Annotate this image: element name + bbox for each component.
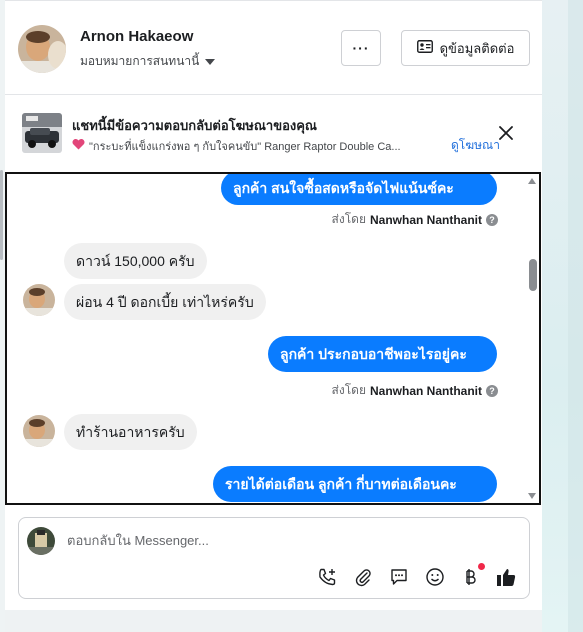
scrollbar-thumb[interactable] [529,259,537,291]
message-incoming: ดาวน์ 150,000 ครับ [64,243,207,279]
baht-payment-icon[interactable] [459,566,481,588]
caret-down-icon [205,58,216,65]
message-outgoing: รายได้ต่อเดือน ลูกค้า กี่บาทต่อเดือนคะ [213,466,497,502]
contact-avatar-small [23,415,55,447]
ad-thumbnail [22,113,62,153]
contact-avatar-small [23,284,55,316]
sent-by-label: ส่งโดย Nanwhan Nanthanit ? [332,381,498,400]
message-outgoing: ลูกค้า ประกอบอาชีพอะไรอยู่คะ [268,336,497,372]
close-banner-button[interactable] [497,124,515,142]
message-incoming: ผ่อน 4 ปี ดอกเบี้ย เท่าไหร่ครับ [64,284,266,320]
contact-avatar[interactable] [18,25,66,73]
scroll-up-arrow-icon[interactable] [528,178,536,184]
more-options-button[interactable]: ··· [341,30,381,66]
reply-input[interactable] [67,533,487,548]
attachment-icon[interactable] [352,566,374,588]
emoji-icon[interactable] [424,566,446,588]
message-incoming: ทำร้านอาหารครับ [64,414,197,450]
saved-replies-icon[interactable] [388,566,410,588]
ad-reply-notice: แชทนี้มีข้อความตอบกลับต่อโฆษณาของคุณ [72,118,317,133]
page-avatar [27,527,55,555]
ad-subtitle: "กระบะที่แข็งแกร่งพอ ๆ กับใจคนขับ" Range… [72,137,401,155]
contact-name: Arnon Hakaeow [80,28,194,45]
heart-icon [72,138,85,153]
scroll-down-arrow-icon[interactable] [528,493,536,499]
scrollbar[interactable] [525,174,539,503]
like-icon[interactable] [495,566,517,588]
call-add-icon[interactable] [316,566,338,588]
reply-composer [18,517,530,599]
view-contact-info-button[interactable]: ดูข้อมูลติดต่อ [401,30,530,66]
contact-card-icon [416,40,433,56]
left-scroll-indicator [0,170,3,260]
message-outgoing: ลูกค้า สนใจซื้อสดหรือจัดไฟแน้นซ์คะ [221,174,497,205]
assign-label: มอบหมายการสนทนานี้ [80,54,200,68]
sent-by-label: ส่งโดย Nanwhan Nanthanit ? [332,210,498,229]
close-icon [499,126,513,140]
background-right [542,0,583,632]
ad-subtitle-text: "กระบะที่แข็งแกร่งพอ ๆ กับใจคนขับ" Range… [89,141,401,153]
view-contact-info-label: ดูข้อมูลติดต่อ [439,40,515,56]
assign-conversation-dropdown[interactable]: มอบหมายการสนทนานี้ [80,52,216,71]
message-thread[interactable]: ลูกค้า สนใจซื้อสดหรือจัดไฟแน้นซ์คะ ส่งโด… [5,172,541,505]
notification-dot [478,563,485,570]
info-icon: ? [486,384,498,397]
view-ad-link[interactable]: ดูโฆษณา [451,136,500,155]
info-icon: ? [486,213,498,226]
